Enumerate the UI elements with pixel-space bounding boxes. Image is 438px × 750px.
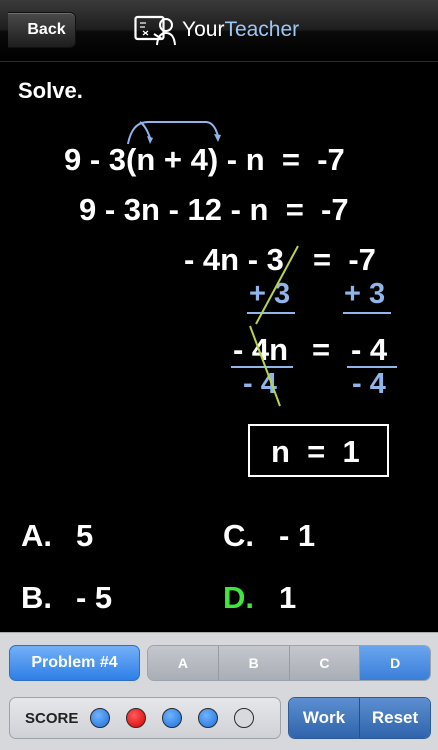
choice-d-letter: D.	[223, 580, 254, 615]
work-area: Solve. 9 - 3(n + 4) - n = -7 9 - 3n - 12…	[0, 62, 438, 632]
choice-c-value: - 1	[279, 518, 316, 553]
score-dot-1	[90, 708, 111, 728]
logo-text-your: Your	[182, 18, 225, 41]
underline-right	[343, 312, 391, 314]
equation-line-1: 9 - 3(n + 4) - n = -7	[64, 142, 345, 177]
answer-box: n = 1	[248, 424, 389, 477]
answer-segmented-control: A B C D	[147, 645, 431, 681]
score-dot-5	[234, 708, 255, 728]
reset-button[interactable]: Reset	[360, 698, 430, 738]
instruction-text: Solve.	[18, 78, 83, 103]
segment-a[interactable]: A	[148, 646, 219, 680]
choice-d-value: 1	[279, 580, 297, 615]
chalkboard-teacher-icon	[134, 15, 176, 46]
logo-text-teacher: Teacher	[224, 18, 300, 41]
answer-text: n = 1	[271, 434, 360, 469]
score-dot-2	[126, 708, 147, 728]
score-dot-3	[162, 708, 183, 728]
score-box: SCORE	[9, 697, 281, 739]
add-three-right: + 3	[344, 278, 386, 310]
back-button[interactable]: Back	[8, 12, 76, 48]
work-reset-control: Work Reset	[288, 697, 431, 739]
back-button-label: Back	[27, 21, 66, 38]
choice-a-letter: A.	[21, 518, 52, 553]
app-logo: YourTeacher	[134, 14, 299, 46]
work-button[interactable]: Work	[289, 698, 360, 738]
segment-c[interactable]: C	[289, 646, 361, 680]
score-label: SCORE	[25, 709, 79, 727]
problem-number-button[interactable]: Problem #4	[9, 645, 140, 681]
equation-line-3-right: = -7	[313, 242, 376, 277]
equation-line-4-equals: =	[312, 332, 331, 367]
choice-b-value: - 5	[76, 580, 113, 615]
choice-b-letter: B.	[21, 580, 52, 615]
segment-b[interactable]: B	[218, 646, 290, 680]
segment-d[interactable]: D	[360, 646, 430, 680]
cancel-strikes	[249, 245, 299, 407]
score-dot-4	[198, 708, 219, 728]
logo-text: YourTeacher	[182, 18, 299, 42]
control-panel: Problem #4 A B C D SCORE Work Reset	[0, 632, 438, 750]
equation-line-4-right: - 4	[351, 332, 388, 367]
equation-line-2: 9 - 3n - 12 - n = -7	[79, 192, 349, 227]
divisor-right: - 4	[352, 368, 386, 400]
choice-a-value: 5	[76, 518, 94, 553]
top-bar: Back YourTeacher	[0, 0, 438, 62]
choice-c-letter: C.	[223, 518, 254, 553]
